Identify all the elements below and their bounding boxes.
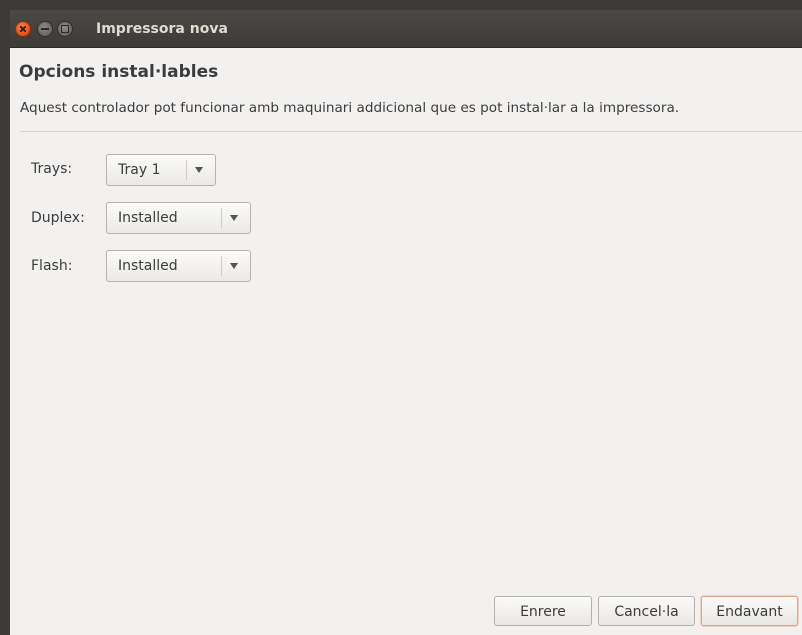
new-printer-dialog: Impressora nova Opcions instal·lables Aq…: [10, 10, 802, 635]
trays-label: Trays:: [31, 161, 73, 177]
dropdown-divider: [221, 256, 222, 276]
maximize-icon[interactable]: [57, 21, 73, 37]
trays-dropdown[interactable]: Tray 1: [106, 154, 216, 186]
title-bar[interactable]: Impressora nova: [10, 10, 802, 48]
dropdown-arrow-icon: [230, 215, 238, 221]
minimize-icon[interactable]: [37, 21, 53, 37]
page-description: Aquest controlador pot funcionar amb maq…: [20, 100, 680, 116]
dropdown-divider: [186, 160, 187, 180]
dropdown-arrow-icon: [195, 167, 203, 173]
trays-value: Tray 1: [118, 162, 161, 178]
close-icon[interactable]: [15, 21, 31, 37]
window-title: Impressora nova: [96, 21, 228, 37]
page-title: Opcions instal·lables: [19, 62, 219, 82]
dropdown-divider: [221, 208, 222, 228]
flash-dropdown[interactable]: Installed: [106, 250, 251, 282]
separator: [20, 131, 802, 132]
flash-value: Installed: [118, 258, 178, 274]
duplex-dropdown[interactable]: Installed: [106, 202, 251, 234]
flash-label: Flash:: [31, 258, 73, 274]
duplex-value: Installed: [118, 210, 178, 226]
dropdown-arrow-icon: [230, 263, 238, 269]
back-button[interactable]: Enrere: [494, 596, 592, 626]
cancel-button[interactable]: Cancel·la: [598, 596, 695, 626]
duplex-label: Duplex:: [31, 210, 85, 226]
forward-button[interactable]: Endavant: [701, 596, 798, 626]
